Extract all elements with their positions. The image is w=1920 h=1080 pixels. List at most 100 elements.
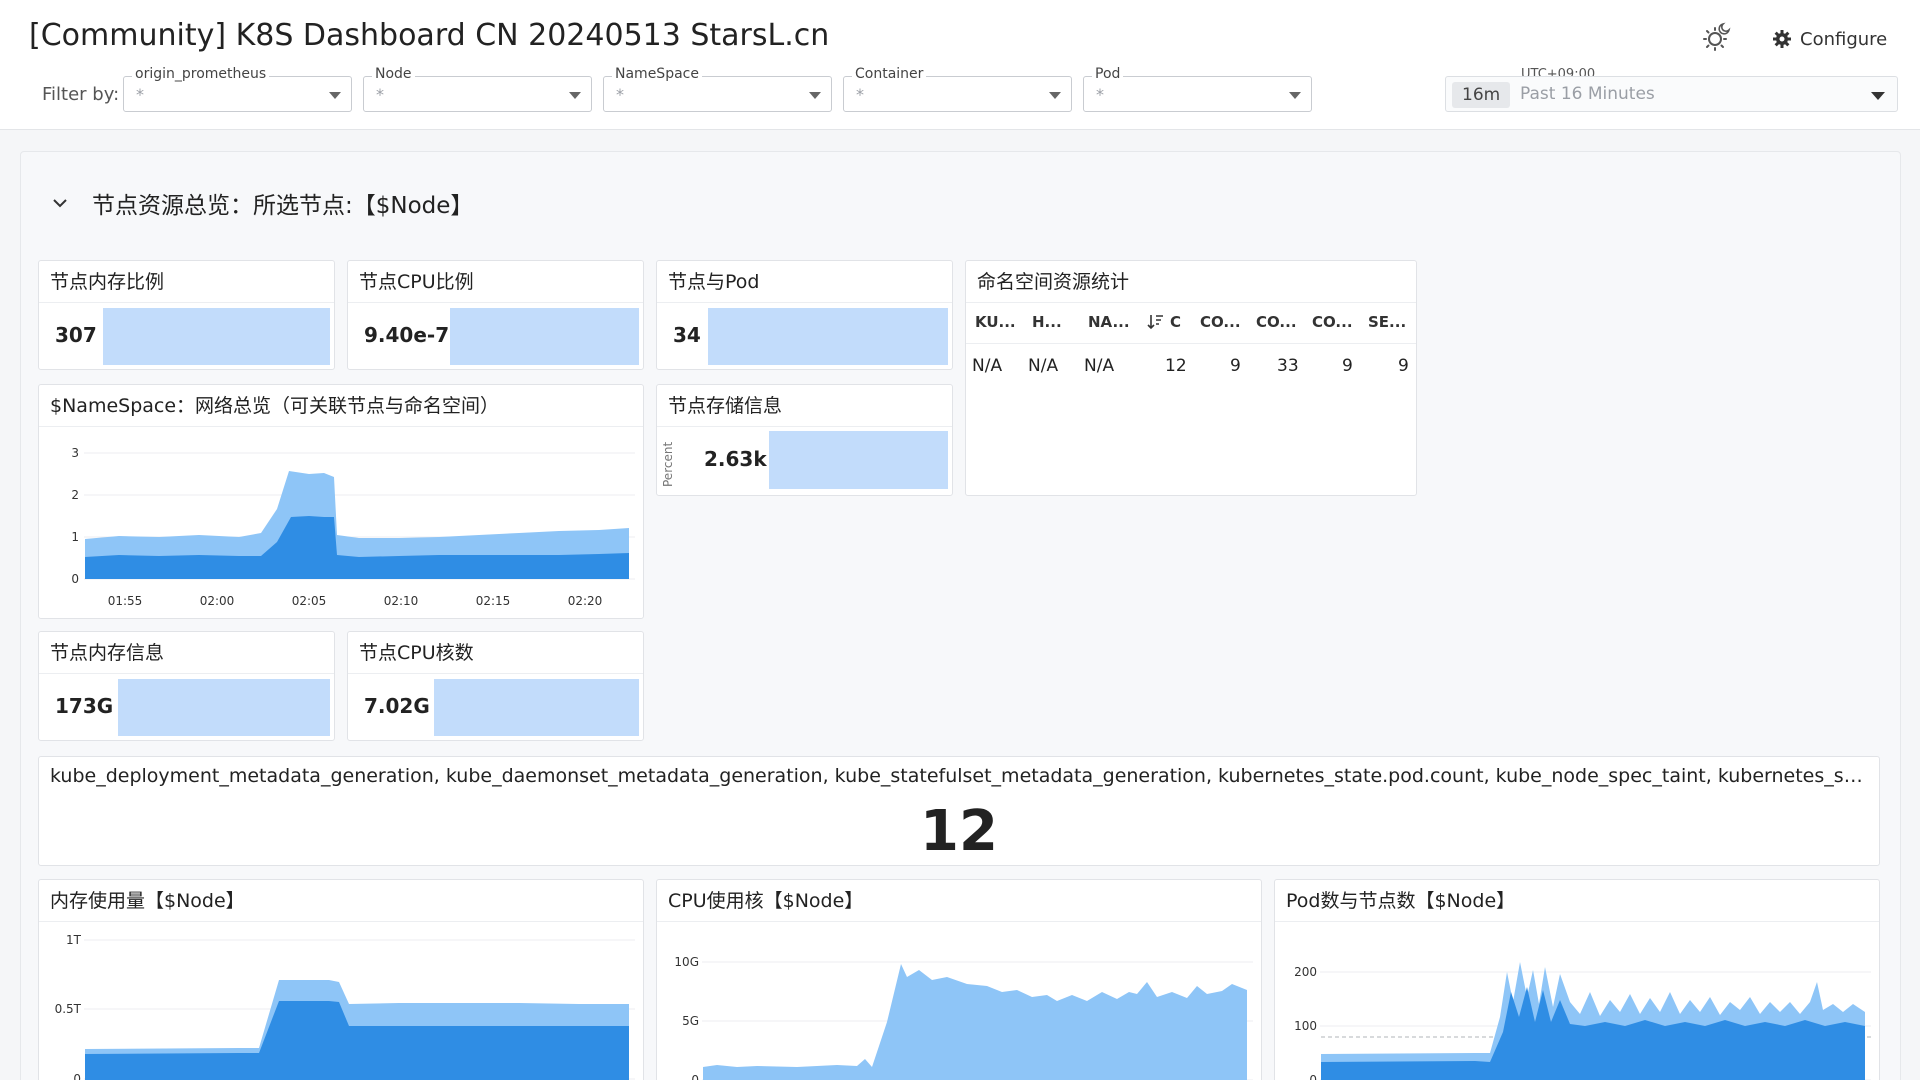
- y-tick-label: 3: [71, 446, 79, 460]
- table-cell: N/A: [1084, 356, 1115, 376]
- configure-button[interactable]: Configure: [1772, 24, 1887, 54]
- time-range-label: Past 16 Minutes: [1520, 84, 1655, 104]
- panel-node-pod: 节点与Pod 34: [656, 260, 953, 370]
- panel-divider: [348, 673, 643, 674]
- x-tick-label: 02:15: [476, 594, 511, 608]
- x-tick-label: 02:05: [292, 594, 327, 608]
- y-axis-ticks: 0 0.5T 1T: [55, 933, 82, 1080]
- y-tick-label: 0: [691, 1073, 699, 1080]
- panel-node-cpu-ratio: 节点CPU比例 9.40e-7: [347, 260, 644, 370]
- panel-title: 节点CPU比例: [359, 271, 474, 293]
- y-tick-label: 2: [71, 488, 79, 502]
- filter-name: origin_prometheus: [132, 66, 270, 82]
- table-cell: 12: [1165, 356, 1187, 376]
- caret-down-icon: [1049, 92, 1061, 99]
- configure-label: Configure: [1800, 28, 1888, 50]
- table-cell: N/A: [972, 356, 1003, 376]
- y-tick-label: 0: [1309, 1073, 1317, 1080]
- stat-bar: [769, 431, 948, 489]
- panel-divider: [39, 302, 334, 303]
- y-tick-label: 100: [1294, 1019, 1317, 1033]
- panel-title: 节点内存信息: [50, 642, 165, 664]
- panel-node-storage: 节点存储信息 Percent 2.63k: [656, 384, 953, 496]
- panel-title: 命名空间资源统计: [977, 271, 1130, 293]
- panel-namespace-resource-table: 命名空间资源统计 KU... H... NA... C CO... CO... …: [965, 260, 1417, 496]
- column-header[interactable]: CO...: [1312, 313, 1353, 331]
- column-header-label: C: [1170, 313, 1182, 331]
- panel-metric-count: kube_deployment_metadata_generation, kub…: [38, 756, 1880, 866]
- stat-bar: [103, 308, 330, 365]
- stat-value: 34: [673, 323, 701, 347]
- y-tick-label: 1T: [66, 933, 82, 947]
- stat-bar: [434, 679, 639, 736]
- filter-value: *: [616, 85, 624, 104]
- filter-node[interactable]: Node *: [363, 66, 592, 112]
- stat-bar: [450, 308, 639, 365]
- pod-node-area-chart[interactable]: 0 100 200: [1275, 922, 1880, 1080]
- panel-divider: [657, 426, 952, 427]
- x-axis-ticks: 01:55 02:00 02:05 02:10 02:15 02:20: [108, 594, 603, 608]
- panel-divider: [966, 302, 1416, 303]
- filter-name: Pod: [1092, 66, 1124, 82]
- group-title: 节点资源总览：所选节点:【$Node】: [92, 193, 474, 219]
- panel-title: 节点内存比例: [50, 271, 165, 293]
- x-tick-label: 01:55: [108, 594, 143, 608]
- group-header[interactable]: 节点资源总览：所选节点:【$Node】: [50, 186, 473, 220]
- filter-name: NameSpace: [612, 66, 702, 82]
- table-cell: 33: [1277, 356, 1299, 376]
- panel-network-overview: $NameSpace：网络总览（可关联节点与命名空间） 0 1 2 3 01:5…: [38, 384, 644, 619]
- filter-origin-prometheus[interactable]: origin_prometheus *: [123, 66, 352, 112]
- column-header[interactable]: SE...: [1368, 313, 1406, 331]
- y-tick-label: 0: [71, 572, 79, 586]
- stat-value: 173G: [55, 694, 114, 718]
- chevron-down-icon: [53, 199, 67, 208]
- cpu-usage-area-chart[interactable]: 0 5G 10G: [657, 922, 1262, 1080]
- panel-node-memory-info: 节点内存信息 173G: [38, 631, 335, 741]
- filter-namespace[interactable]: NameSpace *: [603, 66, 832, 112]
- filter-value: *: [136, 85, 144, 104]
- filter-name: Container: [852, 66, 927, 82]
- panel-title: 内存使用量【$Node】: [50, 890, 245, 912]
- column-header-sorted[interactable]: C: [1146, 313, 1181, 331]
- network-area-chart[interactable]: 0 1 2 3 01:55 02:00 02:05 02:10 02:15 02…: [39, 427, 644, 617]
- column-header[interactable]: H...: [1032, 313, 1062, 331]
- y-axis-ticks: 0 100 200: [1294, 965, 1317, 1080]
- filter-value: *: [376, 85, 384, 104]
- panel-node-memory-ratio: 节点内存比例 307: [38, 260, 335, 370]
- y-tick-label: 0.5T: [55, 1002, 82, 1016]
- memory-usage-area-chart[interactable]: 0 0.5T 1T: [39, 922, 644, 1080]
- caret-down-icon: [329, 92, 341, 99]
- theme-toggle-button[interactable]: [1697, 18, 1737, 58]
- column-header[interactable]: CO...: [1200, 313, 1241, 331]
- y-axis-ticks: 0 1 2 3: [71, 446, 79, 586]
- table-cell: 9: [1398, 356, 1409, 376]
- x-tick-label: 02:20: [568, 594, 603, 608]
- caret-down-icon: [809, 92, 821, 99]
- panel-title: CPU使用核【$Node】: [668, 890, 864, 912]
- table-cell: N/A: [1028, 356, 1059, 376]
- column-header[interactable]: NA...: [1088, 313, 1130, 331]
- caret-down-icon: [1871, 92, 1885, 100]
- y-tick-label: 10G: [674, 955, 699, 969]
- caret-down-icon: [569, 92, 581, 99]
- table-divider: [966, 343, 1416, 344]
- y-tick-label: 5G: [682, 1014, 699, 1028]
- filter-pod[interactable]: Pod *: [1083, 66, 1312, 112]
- filter-value: *: [1096, 85, 1104, 104]
- panel-cpu-usage: CPU使用核【$Node】 0 5G 10G: [656, 879, 1262, 1080]
- filter-by-label: Filter by:: [42, 84, 120, 105]
- sun-moon-icon: [1703, 22, 1731, 51]
- panel-memory-usage: 内存使用量【$Node】 0 0.5T 1T: [38, 879, 644, 1080]
- filter-name: Node: [372, 66, 415, 82]
- series-area-cpu: [703, 964, 1247, 1080]
- filter-container[interactable]: Container *: [843, 66, 1072, 112]
- panel-title: 节点与Pod: [668, 271, 760, 293]
- gear-icon: [1773, 30, 1791, 48]
- column-header[interactable]: CO...: [1256, 313, 1297, 331]
- metric-value: 12: [920, 799, 998, 864]
- stat-bar: [708, 308, 948, 365]
- time-range-picker[interactable]: 16m Past 16 Minutes: [1445, 76, 1898, 112]
- x-tick-label: 02:00: [200, 594, 235, 608]
- column-header[interactable]: KU...: [975, 313, 1016, 331]
- panel-divider: [348, 302, 643, 303]
